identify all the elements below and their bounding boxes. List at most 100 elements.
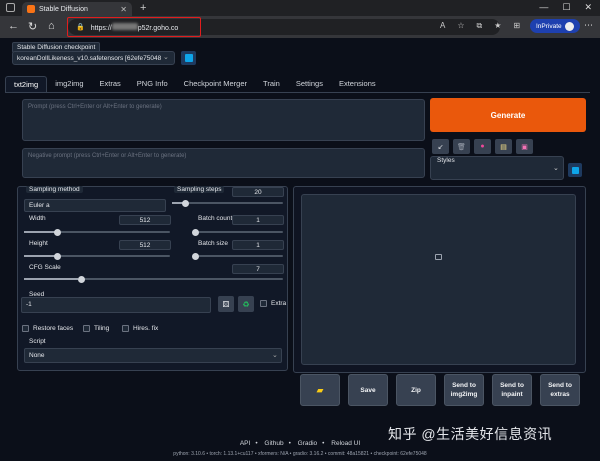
- favorites-icon[interactable]: ★: [494, 21, 501, 31]
- prompt-input[interactable]: Prompt (press Ctrl+Enter or Alt+Enter to…: [22, 99, 425, 141]
- sampling-steps-label: Sampling steps: [174, 186, 225, 193]
- send-to-img2img-button[interactable]: Send to img2img: [444, 374, 484, 406]
- generate-button[interactable]: Generate: [430, 98, 586, 132]
- width-label: Width: [29, 215, 46, 222]
- extra-networks-icon[interactable]: ●: [474, 139, 491, 154]
- collections-icon[interactable]: ⊞: [513, 21, 520, 31]
- read-aloud-icon[interactable]: A: [440, 21, 445, 31]
- sampling-method-select[interactable]: Euler a: [24, 199, 166, 212]
- browser-tab[interactable]: Stable Diffusion ✕: [22, 2, 132, 16]
- output-actions: ▰ Save Zip Send to img2img Send to inpai…: [300, 374, 580, 406]
- hires-fix-label: Hires. fix: [133, 325, 159, 332]
- width-slider[interactable]: [24, 228, 170, 236]
- checkpoint-select[interactable]: koreanDollLikeness_v10.safetensors [62ef…: [12, 51, 175, 65]
- tab-extras[interactable]: Extras: [92, 76, 129, 92]
- chevron-down-icon[interactable]: ⌄: [272, 351, 278, 359]
- batch-size-label: Batch size: [198, 240, 228, 247]
- width-input[interactable]: 512: [119, 215, 171, 225]
- cfg-scale-input[interactable]: 7: [232, 264, 284, 274]
- reuse-seed-recycle-icon[interactable]: ♻: [238, 296, 254, 312]
- negative-prompt-input[interactable]: Negative prompt (press Ctrl+Enter or Alt…: [22, 148, 425, 178]
- restore-faces-label: Restore faces: [33, 325, 74, 332]
- new-tab-icon[interactable]: +: [140, 2, 146, 14]
- extra-checkbox[interactable]: [260, 300, 267, 307]
- styles-refresh-button[interactable]: [568, 163, 582, 177]
- footer-link-api[interactable]: API: [240, 440, 250, 447]
- footer-link-github[interactable]: Github: [264, 440, 283, 447]
- folder-icon: ▰: [316, 384, 324, 395]
- read-params-icon[interactable]: ↙: [432, 139, 449, 154]
- more-menu-icon[interactable]: ⋯: [584, 20, 593, 31]
- clipboard-icon[interactable]: ▤: [495, 139, 512, 154]
- height-slider[interactable]: [24, 252, 170, 260]
- prompt-tools: ↙ 🗑 ● ▤ ▣: [432, 139, 533, 154]
- chevron-down-icon[interactable]: ⌄: [553, 164, 559, 172]
- tab-img2img[interactable]: img2img: [47, 76, 91, 92]
- save-style-icon[interactable]: ▣: [516, 139, 533, 154]
- version-info: python: 3.10.6 • torch: 1.13.1+cu117 • x…: [173, 451, 427, 457]
- checkpoint-refresh-button[interactable]: [181, 51, 196, 65]
- image-placeholder-icon: [435, 254, 442, 260]
- cfg-scale-label: CFG Scale: [29, 264, 61, 271]
- tab-actions-icon[interactable]: [6, 3, 15, 12]
- browser-tabbar: Stable Diffusion ✕ + — ☐ ✕: [0, 0, 600, 16]
- tiling-label: Tiling: [94, 325, 110, 332]
- favorite-star-icon[interactable]: ☆: [457, 21, 464, 31]
- split-screen-icon[interactable]: ⧉: [477, 21, 483, 31]
- trash-icon[interactable]: 🗑: [453, 139, 470, 154]
- tiling-checkbox[interactable]: [83, 325, 90, 332]
- favicon-icon: [27, 5, 35, 13]
- cfg-scale-slider[interactable]: [24, 275, 283, 283]
- save-button[interactable]: Save: [348, 374, 388, 406]
- tab-train[interactable]: Train: [255, 76, 288, 92]
- inprivate-label: InPrivate: [536, 22, 562, 30]
- script-label: Script: [29, 338, 46, 345]
- inprivate-badge[interactable]: InPrivate: [530, 19, 580, 33]
- sampling-method-label: Sampling method: [26, 186, 83, 193]
- address-icons: A ☆ ⧉ ★ ⊞: [440, 21, 520, 31]
- tab-title: Stable Diffusion: [39, 5, 88, 13]
- main-tabs: txt2img img2img Extras PNG Info Checkpoi…: [5, 76, 384, 92]
- footer-link-reload-ui[interactable]: Reload UI: [331, 440, 360, 447]
- window-controls: — ☐ ✕: [539, 2, 592, 13]
- batch-size-input[interactable]: 1: [232, 240, 284, 250]
- height-input[interactable]: 512: [119, 240, 171, 250]
- minimize-icon[interactable]: —: [539, 2, 548, 13]
- script-select[interactable]: None: [24, 348, 282, 363]
- tab-settings[interactable]: Settings: [288, 76, 331, 92]
- send-to-inpaint-button[interactable]: Send to inpaint: [492, 374, 532, 406]
- footer-links: API • Github • Gradio • Reload UI: [239, 440, 361, 447]
- hires-fix-checkbox[interactable]: [122, 325, 129, 332]
- url-highlight-annotation: [67, 17, 201, 37]
- back-icon[interactable]: ←: [8, 20, 19, 32]
- avatar: [564, 21, 574, 31]
- tab-checkpoint-merger[interactable]: Checkpoint Merger: [176, 76, 255, 92]
- refresh-icon: [571, 166, 579, 174]
- restore-faces-checkbox[interactable]: [22, 325, 29, 332]
- random-seed-dice-icon[interactable]: ⚄: [218, 296, 234, 312]
- maximize-icon[interactable]: ☐: [562, 2, 570, 13]
- output-gallery[interactable]: [301, 194, 576, 365]
- home-icon[interactable]: ⌂: [48, 20, 55, 32]
- send-to-extras-button[interactable]: Send to extras: [540, 374, 580, 406]
- height-label: Height: [29, 240, 48, 247]
- batch-size-slider[interactable]: [192, 252, 283, 260]
- styles-label: Styles: [437, 157, 455, 164]
- refresh-icon[interactable]: ↻: [28, 20, 37, 33]
- batch-count-input[interactable]: 1: [232, 215, 284, 225]
- close-window-icon[interactable]: ✕: [584, 2, 592, 13]
- sampling-steps-input[interactable]: 20: [232, 187, 284, 197]
- open-folder-button[interactable]: ▰: [300, 374, 340, 406]
- zip-button[interactable]: Zip: [396, 374, 436, 406]
- batch-count-slider[interactable]: [192, 228, 283, 236]
- refresh-icon: [184, 54, 193, 62]
- tab-extensions[interactable]: Extensions: [331, 76, 384, 92]
- close-tab-icon[interactable]: ✕: [120, 5, 127, 14]
- chevron-down-icon[interactable]: ⌄: [163, 53, 169, 61]
- footer-link-gradio[interactable]: Gradio: [298, 440, 318, 447]
- tab-txt2img[interactable]: txt2img: [5, 76, 48, 92]
- tab-png-info[interactable]: PNG Info: [129, 76, 176, 92]
- extra-label: Extra: [271, 300, 287, 307]
- seed-input[interactable]: -1: [21, 297, 211, 313]
- sampling-steps-slider[interactable]: [172, 199, 283, 207]
